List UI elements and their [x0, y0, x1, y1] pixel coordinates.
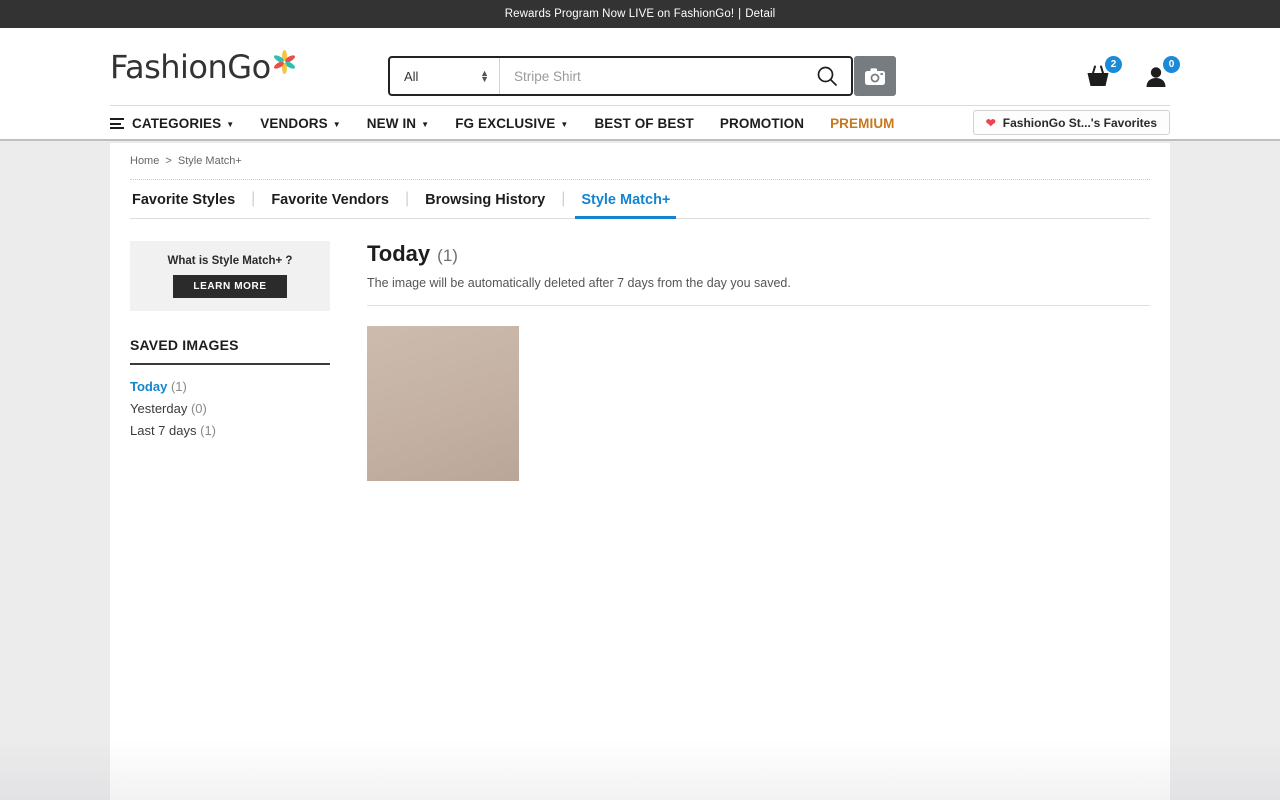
search-submit-button[interactable]: [803, 58, 851, 94]
nav-item-premium[interactable]: PREMIUM: [830, 116, 894, 131]
sidebar: What is Style Match+ ? LEARN MORE SAVED …: [130, 241, 330, 481]
style-match-promo-box: What is Style Match+ ? LEARN MORE: [130, 241, 330, 311]
search-input[interactable]: [500, 68, 803, 84]
page-title-count: (1): [437, 246, 458, 265]
tab-label: Style Match+: [581, 192, 671, 208]
flower-asterisk-icon: [272, 49, 298, 75]
nav-item-label: FG EXCLUSIVE: [455, 116, 556, 131]
left-bottom-fade: [0, 740, 110, 800]
content-canvas: Home > Style Match+ Favorite Styles | Fa…: [110, 143, 1170, 800]
learn-more-button[interactable]: LEARN MORE: [173, 274, 287, 298]
image-search-button[interactable]: [854, 56, 896, 96]
cart-badge: 2: [1105, 56, 1122, 73]
announcement-detail-link[interactable]: Detail: [745, 8, 775, 20]
saved-images-list: Today (1) Yesterday (0) Last 7 days (1): [130, 379, 330, 438]
page-subtitle: The image will be automatically deleted …: [367, 276, 791, 290]
account-icon-group: 2 0: [1084, 56, 1180, 92]
saved-images-title: SAVED IMAGES: [130, 337, 330, 365]
saved-filter-count: (0): [190, 401, 207, 416]
main-panel: Today (1) The image will be automaticall…: [330, 241, 1150, 481]
search-category-value: All: [404, 68, 419, 84]
magnifier-icon: [817, 66, 837, 86]
saved-filter-yesterday[interactable]: Yesterday (0): [130, 401, 330, 416]
nav-item-categories[interactable]: CATEGORIES ▼: [110, 116, 234, 131]
breadcrumb-separator: >: [165, 155, 172, 167]
right-bottom-fade: [1170, 740, 1280, 800]
saved-filter-count: (1): [170, 379, 187, 394]
heart-icon: ❤: [985, 115, 996, 130]
announcement-text: Rewards Program Now LIVE on FashionGo!: [504, 8, 735, 20]
breadcrumb-home-link[interactable]: Home: [130, 155, 159, 167]
nav-item-new-in[interactable]: NEW IN ▼: [367, 116, 429, 131]
nav-item-vendors[interactable]: VENDORS ▼: [260, 116, 341, 131]
nav-item-list: CATEGORIES ▼ VENDORS ▼ NEW IN ▼ FG EXCLU…: [110, 116, 895, 131]
search-box: All ▲ ▼: [388, 56, 853, 96]
saved-image-grid: [367, 326, 1150, 481]
main-navigation: CATEGORIES ▼ VENDORS ▼ NEW IN ▼ FG EXCLU…: [110, 105, 1170, 141]
page-frame: FashionGo All ▲ ▼ Stripe Shirt 2 0 CATEG…: [0, 28, 1280, 800]
hamburger-icon: [110, 118, 124, 129]
divider: [367, 305, 1150, 306]
my-favorites-label: FashionGo St...'s Favorites: [1002, 115, 1157, 130]
saved-filter-label: Today: [130, 379, 168, 394]
nav-item-fg-exclusive[interactable]: FG EXCLUSIVE ▼: [455, 116, 568, 131]
saved-filter-count: (1): [200, 423, 217, 438]
search-area: All ▲ ▼: [388, 56, 896, 96]
nav-item-label: PREMIUM: [830, 116, 895, 131]
nav-item-label: CATEGORIES: [132, 116, 222, 131]
saved-filter-label: Last 7 days: [130, 423, 197, 438]
announcement-separator: |: [738, 8, 742, 20]
saved-image-thumbnail[interactable]: [367, 326, 519, 481]
tab-style-match-plus[interactable]: Style Match+: [565, 192, 686, 219]
main-title-row: Today (1): [367, 241, 1150, 267]
logo-text: FashionGo: [110, 48, 271, 86]
thumbnail-illustration: [367, 326, 519, 481]
my-favorites-button[interactable]: ❤ FashionGo St...'s Favorites: [972, 110, 1170, 135]
account-badge: 0: [1163, 56, 1180, 73]
body-columns: What is Style Match+ ? LEARN MORE SAVED …: [110, 219, 1170, 481]
account-button[interactable]: 0: [1142, 56, 1180, 92]
chevron-updown-icon: ▲ ▼: [480, 68, 489, 84]
nav-item-label: VENDORS: [260, 116, 328, 131]
nav-item-label: NEW IN: [366, 116, 417, 131]
breadcrumb-current: Style Match+: [177, 155, 242, 167]
saved-filter-label: Yesterday: [130, 401, 188, 416]
nav-item-promotion[interactable]: PROMOTION: [720, 116, 804, 131]
tab-label: Favorite Styles: [132, 192, 236, 208]
camera-icon: [865, 67, 885, 85]
saved-filter-last-7-days[interactable]: Last 7 days (1): [130, 423, 330, 438]
breadcrumb: Home > Style Match+: [110, 143, 1170, 167]
nav-item-label: PROMOTION: [719, 116, 805, 131]
tab-favorite-styles[interactable]: Favorite Styles: [130, 192, 251, 218]
content-bottom-fade: [110, 740, 1170, 800]
announcement-bar: Rewards Program Now LIVE on FashionGo! |…: [0, 0, 1280, 28]
chevron-down-icon: ▼: [332, 120, 341, 129]
nav-item-best-of-best[interactable]: BEST OF BEST: [594, 116, 693, 131]
chevron-down-icon: ▼: [560, 120, 569, 129]
site-header: FashionGo All ▲ ▼ Stripe Shirt 2 0 CATEG…: [0, 28, 1280, 141]
tab-label: Browsing History: [425, 192, 546, 208]
nav-item-label: BEST OF BEST: [594, 116, 694, 131]
search-category-select[interactable]: All ▲ ▼: [390, 58, 500, 94]
promo-title: What is Style Match+ ?: [167, 254, 293, 267]
tab-label: Favorite Vendors: [271, 192, 389, 208]
tab-browsing-history[interactable]: Browsing History: [409, 192, 561, 218]
chevron-down-icon: ▼: [421, 120, 430, 129]
chevron-down-icon: ▼: [226, 120, 235, 129]
section-tabs: Favorite Styles | Favorite Vendors | Bro…: [130, 179, 1150, 219]
page-title: Today: [367, 241, 431, 266]
saved-filter-today[interactable]: Today (1): [130, 379, 330, 394]
tab-favorite-vendors[interactable]: Favorite Vendors: [255, 192, 405, 218]
cart-button[interactable]: 2: [1084, 56, 1122, 92]
site-logo[interactable]: FashionGo: [110, 48, 298, 86]
